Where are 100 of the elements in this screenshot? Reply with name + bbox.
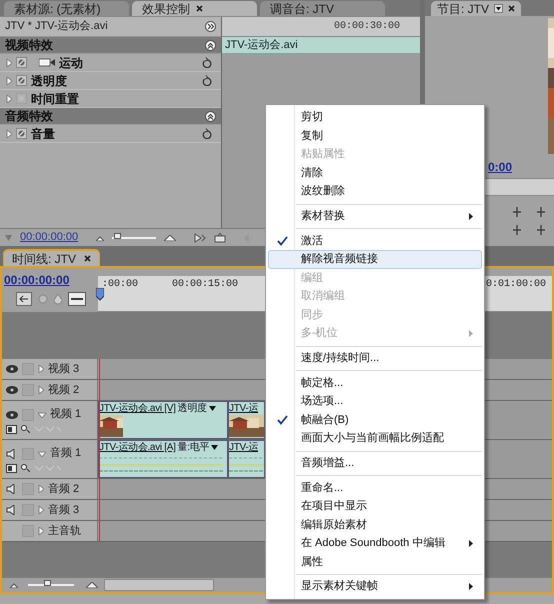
collapse-triangle-icon[interactable]: [38, 450, 46, 456]
menu-item[interactable]: 清除: [268, 164, 482, 182]
zoom-in-icon[interactable]: [86, 582, 98, 588]
expand-triangle-icon[interactable]: [6, 130, 12, 138]
menu-item[interactable]: 波纹删除: [268, 182, 482, 200]
clip-name: JTV-运动会.avi [V]: [99, 402, 176, 416]
marker-icon: [5, 234, 12, 241]
play-audio-icon[interactable]: [194, 232, 206, 242]
caret-icon[interactable]: [208, 406, 216, 411]
effect-toggle-icon[interactable]: [16, 93, 27, 104]
mark-out-icon[interactable]: [534, 206, 548, 218]
expand-triangle-icon[interactable]: [6, 76, 12, 84]
eye-icon[interactable]: [6, 365, 18, 373]
close-icon[interactable]: [196, 5, 203, 12]
reset-icon[interactable]: [202, 57, 212, 68]
menu-item[interactable]: 解除视音频链接: [268, 250, 482, 269]
section-title: 视频特效: [5, 37, 53, 54]
close-icon[interactable]: [508, 5, 516, 12]
menu-item[interactable]: 在项目中显示: [268, 497, 482, 516]
effect-toggle-icon[interactable]: [16, 57, 27, 68]
menu-item[interactable]: 剪切: [268, 108, 482, 126]
menu-item[interactable]: 画面大小与当前画幅比例适配: [268, 429, 482, 448]
track-name: 音频 3: [48, 502, 80, 518]
show-timeline-icon[interactable]: [205, 21, 216, 32]
timecode[interactable]: 00:00:00:00: [20, 229, 78, 246]
panel-tab[interactable]: 调音台: JTV: [260, 1, 385, 16]
clip-name: JTV-运动会.avi [A]: [99, 441, 176, 455]
go-to-in-icon[interactable]: [510, 224, 524, 236]
menu-item[interactable]: 场选项...: [268, 392, 482, 411]
ruler-label: 00:00:15:00: [172, 278, 238, 292]
clip[interactable]: JTV-运动会.avi [V] 透明度: [98, 401, 228, 439]
snap-icon[interactable]: [16, 292, 32, 306]
panel-tab[interactable]: 素材源: (无素材): [4, 1, 129, 16]
panel-tab[interactable]: 效果控制: [132, 1, 257, 16]
timecode[interactable]: 00:00:00:00: [4, 271, 96, 289]
caret-icon[interactable]: [211, 445, 218, 450]
marker-icon[interactable]: [38, 294, 48, 304]
effect-toggle-icon[interactable]: [16, 75, 27, 86]
eye-icon[interactable]: [6, 410, 18, 418]
track-name: 音频 2: [48, 482, 80, 497]
mark-in-icon[interactable]: [510, 206, 524, 218]
reset-icon[interactable]: [202, 75, 212, 86]
ruler-label: :00:00: [102, 278, 138, 292]
zoom-slider-thumb[interactable]: [114, 232, 121, 238]
clip[interactable]: JTV-运动会.avi [A] 量:电平: [98, 440, 228, 478]
menu-item[interactable]: 编辑原始素材: [268, 516, 482, 534]
menu-item[interactable]: 速度/持续时间...: [268, 348, 482, 368]
menu-item[interactable]: 帧定格...: [268, 374, 482, 392]
effect-name: 时间重置: [31, 90, 80, 108]
expand-triangle-icon[interactable]: [38, 365, 44, 373]
menu-item[interactable]: 复制: [268, 126, 482, 145]
reset-icon[interactable]: [202, 128, 212, 139]
menu-item[interactable]: 帧融合(B): [268, 410, 482, 430]
menu-item[interactable]: 属性: [268, 552, 482, 572]
go-to-out-icon[interactable]: [534, 224, 548, 236]
loop-icon[interactable]: [214, 232, 226, 242]
effect-toggle-icon[interactable]: [16, 128, 27, 139]
keyframe-icon[interactable]: [21, 464, 30, 472]
ruler-label: 0:01:00:00: [486, 278, 546, 292]
effect-name: 透明度: [31, 72, 68, 90]
eye-icon[interactable]: [6, 386, 18, 394]
menu-item[interactable]: 音频增益...: [268, 454, 482, 472]
track-name: 视频 1: [50, 407, 82, 422]
display-style-icon[interactable]: [6, 464, 17, 473]
panel-tab[interactable]: 节目: JTV: [431, 1, 522, 16]
clip[interactable]: JTV-运: [228, 401, 265, 439]
collapse-icon[interactable]: [205, 40, 216, 50]
close-icon[interactable]: [84, 255, 92, 262]
clip-effect: 量:电平: [178, 441, 210, 455]
track-name: 音频 1: [50, 446, 82, 462]
menu-item[interactable]: 显示素材关键帧: [268, 577, 482, 596]
effect-name: 运动: [59, 54, 84, 72]
display-style-icon[interactable]: [6, 424, 17, 434]
timecode[interactable]: 0:00: [488, 158, 512, 176]
keyframe-icon[interactable]: [21, 425, 30, 434]
menu-item[interactable]: 素材替换: [268, 206, 482, 226]
expand-triangle-icon[interactable]: [38, 485, 44, 493]
expand-triangle-icon[interactable]: [38, 527, 44, 535]
clip[interactable]: JTV-运: [228, 440, 265, 478]
track-name: 视频 2: [48, 382, 80, 398]
expand-triangle-icon[interactable]: [38, 386, 44, 394]
track-name: 视频 3: [48, 362, 80, 377]
menu-item[interactable]: 在 Adobe Soundbooth 中编辑: [268, 534, 482, 553]
horizontal-scrollbar[interactable]: [104, 579, 214, 591]
zoom-in-icon[interactable]: [164, 234, 176, 240]
collapse-triangle-icon[interactable]: [38, 412, 46, 418]
zoom-slider-thumb[interactable]: [44, 580, 51, 586]
track-height-icon[interactable]: [68, 292, 86, 306]
effect-name: 音量: [31, 126, 56, 142]
dropdown-icon[interactable]: [494, 4, 504, 13]
menu-item[interactable]: 激活: [268, 232, 482, 250]
expand-triangle-icon[interactable]: [6, 94, 12, 102]
panel-tab[interactable]: 时间线: JTV: [3, 249, 100, 266]
collapse-icon[interactable]: [205, 110, 216, 122]
ruler-time: 00:00:30:00: [334, 20, 400, 34]
zoom-out-icon[interactable]: [96, 234, 104, 240]
zoom-out-icon[interactable]: [10, 582, 18, 588]
clip-bar: JTV-运动会.avi: [222, 37, 420, 54]
expand-triangle-icon[interactable]: [38, 506, 44, 514]
expand-triangle-icon[interactable]: [6, 58, 12, 66]
